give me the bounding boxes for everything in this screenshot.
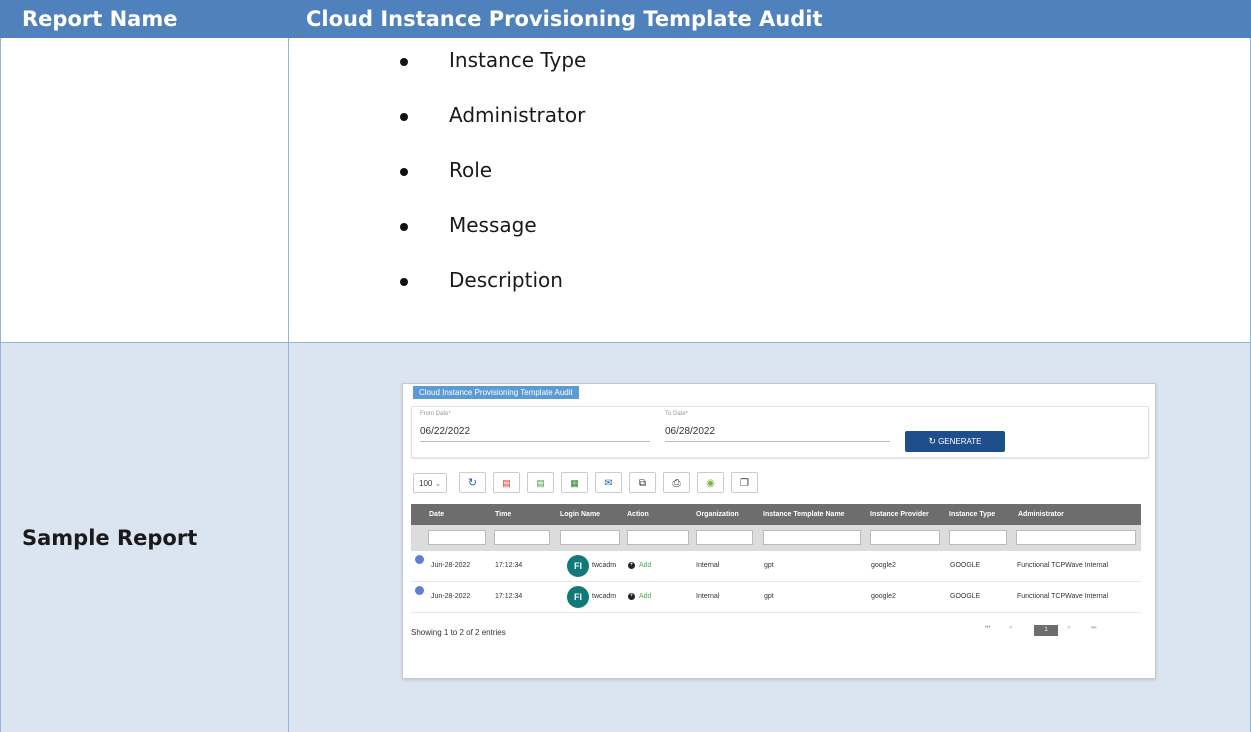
refresh-icon[interactable]: ↻ [459,472,486,493]
to-date-field[interactable]: 06/28/2022 [665,425,890,442]
from-date-field[interactable]: 06/22/2022 [420,425,650,442]
list-item: Description [400,268,586,323]
cell-administrator: Functional TCPWave Internal [1017,593,1109,600]
bullet-icon [400,278,408,286]
list-item: Message [400,213,586,268]
avatar: FI [567,586,589,608]
date-filter-panel: From Date* 06/22/2022 To Date* 06/28/202… [411,406,1149,458]
cell-template: gpt [764,593,774,600]
avatar: FI [567,555,589,577]
cell-provider: google2 [871,562,896,569]
col-time[interactable]: Time [495,504,511,525]
cell-login: twcadm [592,562,617,569]
to-date-label: To Date* [665,411,689,417]
column-visibility-icon[interactable]: ◉ [697,472,724,493]
cell-administrator: Functional TCPWave Internal [1017,562,1109,569]
generate-button[interactable]: ↻ GENERATE [905,431,1005,452]
bullet-icon [400,58,408,66]
col-date[interactable]: Date [429,504,444,525]
row-divider [0,342,1251,343]
list-item: Role [400,158,586,213]
cell-time: 17:12:34 [495,562,523,569]
column-divider [288,38,289,732]
grid-header: Date Time Login Name Action Organization… [411,504,1141,525]
page-size-value: 100 [419,479,433,488]
border-left [0,38,1,732]
sample-report-screenshot: Cloud Instance Provisioning Template Aud… [402,383,1156,679]
from-date-label: From Date* [420,411,451,417]
filter-time[interactable] [494,530,550,545]
bullet-icon [400,223,408,231]
next-page-icon[interactable]: » [1067,625,1070,631]
page-size-select[interactable]: 100 ⌄ [413,473,447,493]
list-item-text: Message [449,213,537,237]
copy-icon[interactable]: ⧉ [629,472,656,493]
col-instance-provider[interactable]: Instance Provider [870,504,929,525]
col-organization[interactable]: Organization [696,504,739,525]
plus-icon: + [628,592,635,600]
last-page-icon[interactable]: ⏭ [1091,625,1096,632]
cell-action: + Add [628,561,652,569]
restore-icon[interactable]: ❐ [731,472,758,493]
cell-provider: google2 [871,593,896,600]
grid-filter-row [411,525,1141,551]
list-item-text: Role [449,158,493,182]
filter-login[interactable] [560,530,620,545]
fields-row [0,38,1251,343]
excel-icon[interactable]: ▦ [561,472,588,493]
filter-type[interactable] [949,530,1007,545]
pdf-icon[interactable]: ▤ [493,472,520,493]
col-action[interactable]: Action [627,504,649,525]
table-header-row: Report Name Cloud Instance Provisioning … [0,0,1251,38]
report-tab[interactable]: Cloud Instance Provisioning Template Aud… [413,386,579,399]
print-icon[interactable]: ⎙ [663,472,690,493]
col-administrator[interactable]: Administrator [1018,504,1064,525]
cell-type: GOOGLE [950,562,981,569]
list-item: Administrator [400,103,586,158]
expand-icon[interactable] [415,555,424,564]
col-instance-type[interactable]: Instance Type [949,504,995,525]
list-item-text: Description [449,268,563,292]
table-row[interactable]: Jun-28-2022 17:12:34 FI twcadm + Add Inte… [411,551,1141,582]
refresh-icon: ↻ [928,436,937,446]
cell-organization: Internal [696,562,720,569]
cell-time: 17:12:34 [495,593,523,600]
filter-administrator[interactable] [1016,530,1136,545]
plus-icon: + [628,561,635,569]
entries-count: Showing 1 to 2 of 2 entries [411,628,506,637]
filter-provider[interactable] [870,530,940,545]
email-icon[interactable]: ✉ [595,472,622,493]
report-table: Report Name Cloud Instance Provisioning … [0,0,1251,732]
cell-action: + Add [628,592,652,600]
report-title: Cloud Instance Provisioning Template Aud… [306,7,823,31]
csv-icon[interactable]: ▤ [527,472,554,493]
page-1-button[interactable]: 1 [1034,625,1058,636]
col-login-name[interactable]: Login Name [560,504,600,525]
expand-icon[interactable] [415,586,424,595]
cell-organization: Internal [696,593,720,600]
filter-template[interactable] [763,530,861,545]
prev-page-icon[interactable]: « [1009,625,1012,631]
list-item: Instance Type [400,48,586,103]
first-page-icon[interactable]: ⏮ [985,625,990,632]
cell-login: twcadm [592,593,617,600]
sample-report-label: Sample Report [22,526,198,550]
filter-organization[interactable] [696,530,753,545]
cell-template: gpt [764,562,774,569]
cell-date: Jun-28-2022 [431,593,471,600]
bullet-icon [400,168,408,176]
report-name-heading: Report Name [22,7,178,31]
field-list: Instance Type Administrator Role Message… [400,48,586,323]
cell-date: Jun-28-2022 [431,562,471,569]
col-instance-template-name[interactable]: Instance Template Name [763,504,845,525]
filter-action[interactable] [627,530,689,545]
bullet-icon [400,113,408,121]
list-item-text: Instance Type [449,48,587,72]
cell-type: GOOGLE [950,593,981,600]
filter-date[interactable] [428,530,486,545]
generate-label: GENERATE [938,437,982,446]
table-row[interactable]: Jun-28-2022 17:12:34 FI twcadm + Add Inte… [411,582,1141,613]
list-item-text: Administrator [449,103,586,127]
